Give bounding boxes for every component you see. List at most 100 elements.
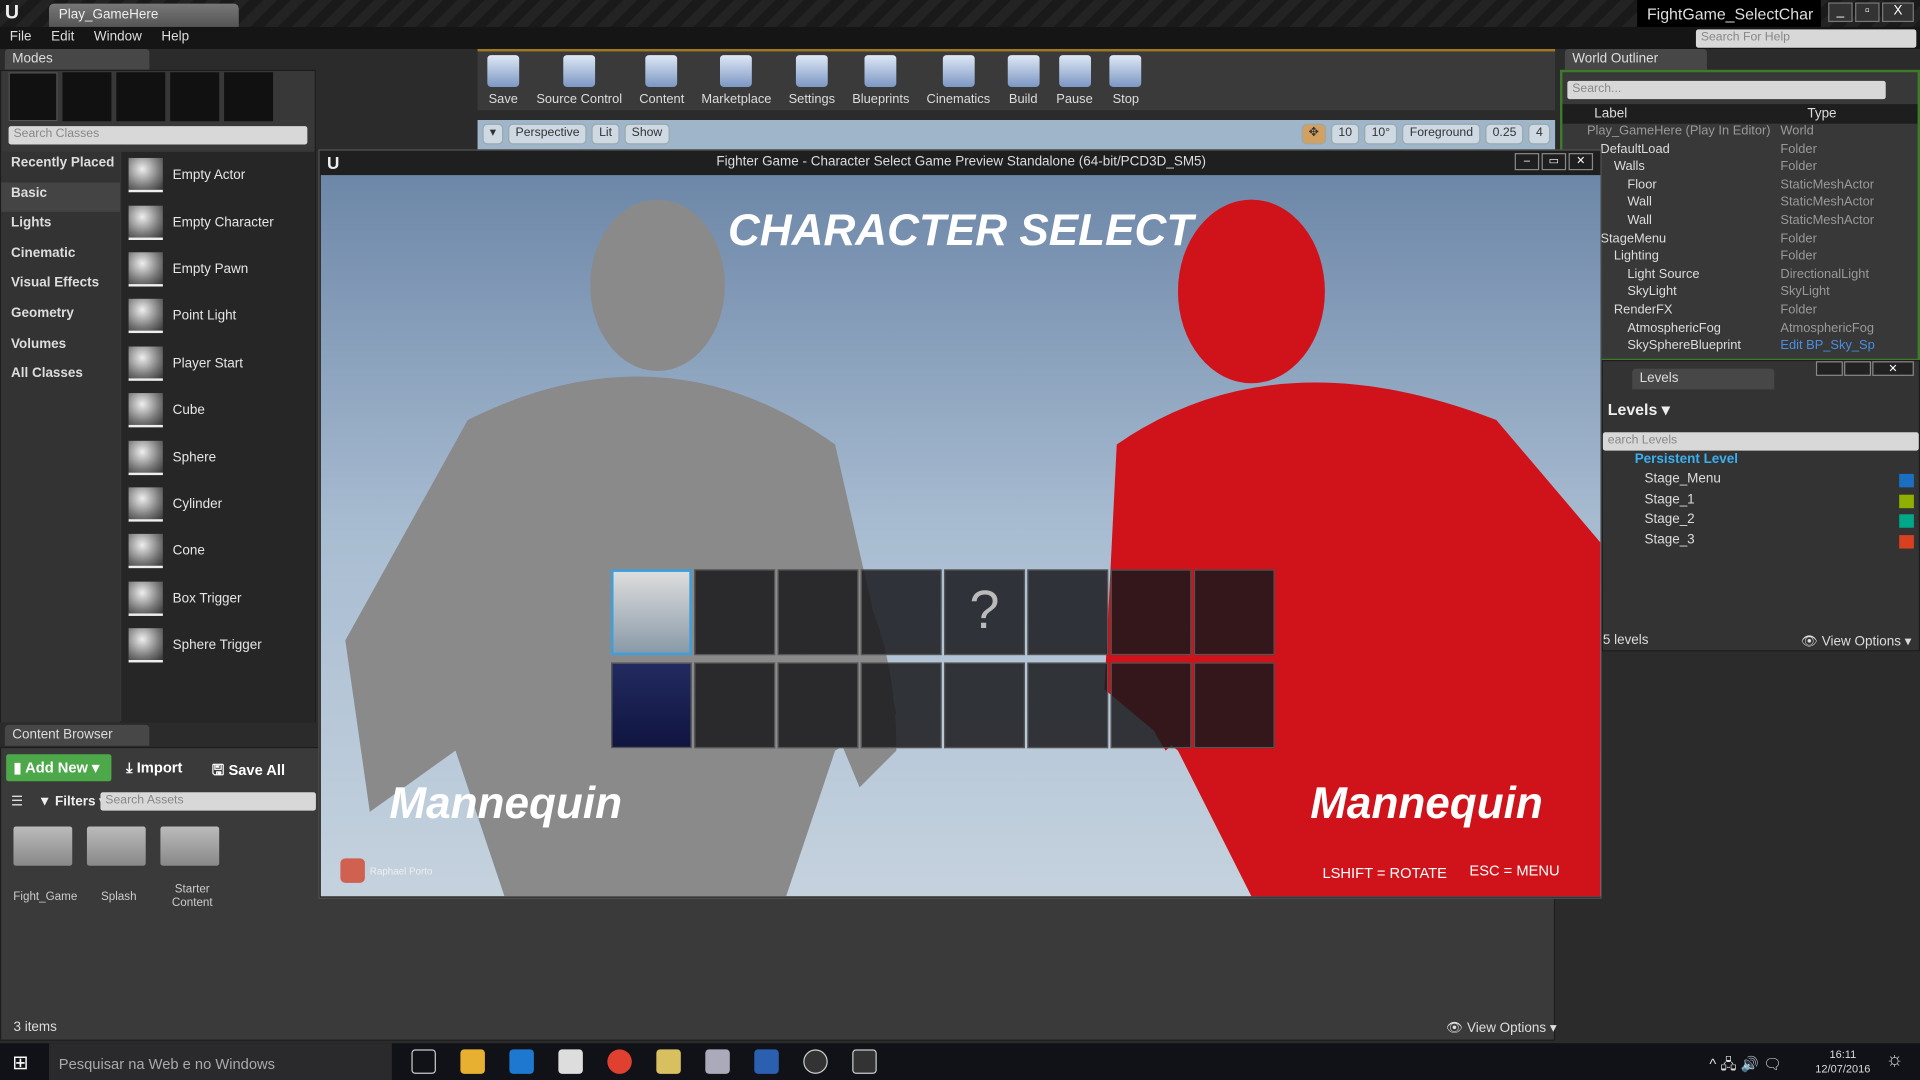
outliner-row[interactable]: AtmosphericFog AtmosphericFog	[1572, 320, 1917, 338]
minimize-button[interactable]: –	[1514, 153, 1540, 171]
blueprints-button[interactable]: Blueprints	[847, 51, 914, 110]
character-slot[interactable]	[777, 569, 859, 656]
store-icon[interactable]	[558, 1049, 583, 1074]
outliner-row[interactable]: Floor StaticMeshActor	[1572, 177, 1917, 195]
help-search-input[interactable]: Search For Help	[1695, 29, 1917, 48]
game-viewport[interactable]: CHARACTER SELECT ? Mannequin Mannequin R…	[320, 175, 1601, 897]
outliner-row[interactable]: Wall StaticMeshActor	[1572, 213, 1917, 231]
epic-launcher-icon[interactable]	[852, 1049, 877, 1074]
place-mode-icon[interactable]	[8, 72, 58, 122]
app-icon[interactable]	[705, 1049, 730, 1074]
level-tab[interactable]: Play_GameHere	[48, 3, 239, 27]
search-assets-input[interactable]: Search Assets	[100, 792, 316, 811]
character-slot[interactable]: ?	[944, 569, 1025, 656]
character-slot[interactable]	[1027, 662, 1109, 749]
folder-item[interactable]: Splash	[84, 826, 153, 904]
stop-button[interactable]: Stop	[1105, 51, 1147, 110]
foliage-mode-icon[interactable]	[170, 72, 220, 122]
outliner-row[interactable]: StageMenu Folder	[1572, 231, 1917, 249]
angle-snap-value[interactable]: 10°	[1364, 123, 1398, 145]
menu-help[interactable]: Help	[152, 27, 199, 44]
task-view-icon[interactable]	[411, 1049, 436, 1074]
level-row[interactable]: Stage_2	[1603, 512, 1919, 532]
placeable-item[interactable]: Empty Actor	[121, 152, 314, 199]
action-center-icon[interactable]: ☼	[1886, 1049, 1904, 1071]
category-recently-placed[interactable]: Recently Placed	[1, 152, 120, 182]
outliner-row[interactable]: SkySphereBlueprint Edit BP_Sky_Sp	[1572, 338, 1917, 356]
content-button[interactable]: Content	[634, 51, 689, 110]
outliner-search-input[interactable]: Search...	[1567, 80, 1886, 100]
minimize-button[interactable]: _	[1828, 2, 1853, 23]
level-color-swatch[interactable]	[1899, 534, 1914, 549]
level-color-swatch[interactable]	[1899, 474, 1914, 488]
outliner-row[interactable]: Lighting Folder	[1572, 249, 1917, 267]
character-slot[interactable]	[1193, 569, 1275, 656]
source-control-button[interactable]: Source Control	[531, 51, 627, 110]
folder-item[interactable]: Starter Content	[158, 826, 227, 910]
paint-mode-icon[interactable]	[62, 72, 112, 122]
translate-tool-icon[interactable]: ✥	[1301, 123, 1327, 145]
search-classes-input[interactable]: Search Classes	[8, 126, 308, 145]
character-slot[interactable]	[611, 662, 692, 749]
category-basic[interactable]: Basic	[1, 181, 121, 213]
landscape-mode-icon[interactable]	[116, 72, 166, 122]
folder-item[interactable]: Fight_Game	[11, 826, 80, 904]
geometry-mode-icon[interactable]	[224, 72, 274, 122]
build-button[interactable]: Build	[1002, 51, 1044, 110]
placeable-item[interactable]: Cylinder	[121, 481, 314, 528]
maximize-button[interactable]	[1844, 361, 1872, 376]
lit-button[interactable]: Lit	[591, 123, 620, 145]
close-button[interactable]: X	[1882, 2, 1914, 23]
taskbar-search[interactable]: Pesquisar na Web e no Windows	[48, 1043, 392, 1080]
character-slot[interactable]	[1110, 569, 1192, 656]
outliner-row[interactable]: RenderFX Folder	[1572, 302, 1917, 320]
sources-toggle-icon[interactable]: ☰	[11, 793, 23, 810]
category-visual-effects[interactable]: Visual Effects	[1, 272, 120, 302]
placeable-item[interactable]: Cone	[121, 528, 314, 575]
outliner-row[interactable]: Light Source DirectionalLight	[1572, 267, 1917, 285]
marketplace-button[interactable]: Marketplace	[697, 51, 777, 110]
filters-dropdown[interactable]: ▼ Filters ▾	[38, 793, 106, 810]
placeable-item[interactable]: Point Light	[121, 293, 314, 340]
edge-icon[interactable]	[509, 1049, 534, 1074]
layer-dropdown[interactable]: Foreground	[1402, 123, 1481, 145]
label-column-header[interactable]: Label	[1594, 107, 1807, 124]
placeable-item[interactable]: Empty Pawn	[121, 246, 314, 293]
placeable-item[interactable]: Sphere	[121, 434, 314, 481]
placeable-item[interactable]: Sphere Trigger	[121, 622, 314, 669]
placeable-item[interactable]: Player Start	[121, 340, 314, 387]
character-slot[interactable]	[1193, 662, 1275, 749]
category-volumes[interactable]: Volumes	[1, 333, 120, 363]
character-slot[interactable]	[860, 662, 942, 749]
category-geometry[interactable]: Geometry	[1, 302, 120, 332]
level-color-swatch[interactable]	[1899, 514, 1914, 528]
maximize-button[interactable]: ▫	[1855, 2, 1880, 23]
file-explorer-icon[interactable]	[460, 1049, 485, 1074]
close-button[interactable]: ✕	[1872, 361, 1914, 376]
save-all-button[interactable]: 🖫 Save All	[212, 759, 285, 785]
content-view-options[interactable]: 👁 View Options ▾	[1446, 1020, 1556, 1036]
placeable-item[interactable]: Box Trigger	[121, 575, 314, 622]
cinematics-button[interactable]: Cinematics	[922, 51, 995, 110]
character-slot[interactable]	[777, 662, 859, 749]
world-outliner-tab[interactable]: World Outliner	[1564, 48, 1707, 70]
type-column-header[interactable]: Type	[1807, 107, 1836, 124]
outliner-row[interactable]: Play_GameHere (Play In Editor) World	[1572, 124, 1917, 142]
level-color-swatch[interactable]	[1899, 494, 1914, 508]
pause-button[interactable]: Pause	[1051, 51, 1097, 110]
maximize-button[interactable]: ▭	[1541, 153, 1567, 171]
grid-snap-value[interactable]: 10	[1331, 123, 1360, 145]
character-slot[interactable]	[611, 569, 692, 656]
outliner-row[interactable]: DefaultLoad Folder	[1572, 142, 1917, 160]
modes-tab[interactable]: Modes	[4, 48, 150, 70]
word-icon[interactable]	[754, 1049, 779, 1074]
content-browser-tab[interactable]: Content Browser	[4, 724, 150, 746]
levels-tab[interactable]: Levels	[1632, 368, 1775, 390]
category-all-classes[interactable]: All Classes	[1, 363, 120, 393]
character-slot[interactable]	[694, 569, 776, 656]
category-cinematic[interactable]: Cinematic	[1, 242, 120, 272]
character-slot[interactable]	[1110, 662, 1192, 749]
add-new-button[interactable]: ▮ Add New ▾	[6, 754, 112, 782]
placeable-item[interactable]: Empty Character	[121, 199, 314, 246]
settings-button[interactable]: Settings	[784, 51, 840, 110]
